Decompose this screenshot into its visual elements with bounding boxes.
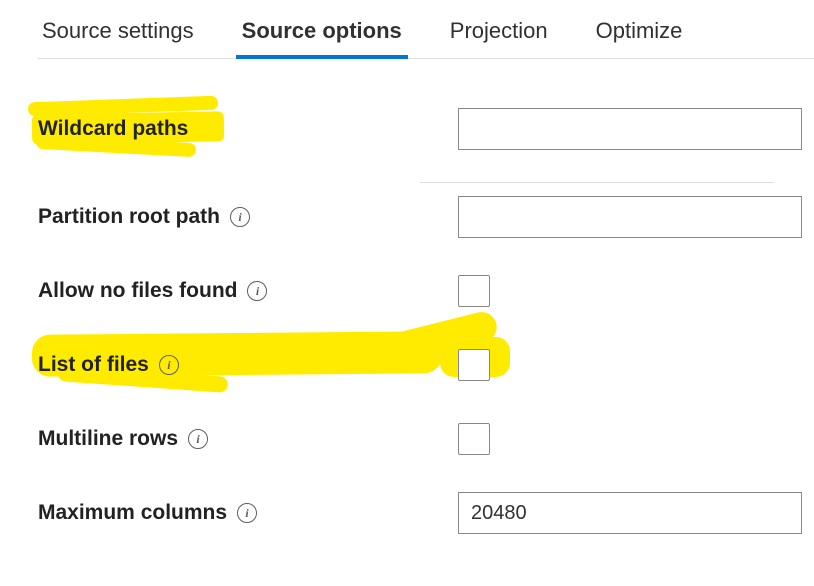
allow-no-files-checkbox[interactable] [458, 275, 490, 307]
row-list-of-files: List of files i [38, 341, 814, 389]
tab-source-options[interactable]: Source options [240, 12, 404, 58]
info-icon[interactable]: i [188, 429, 208, 449]
partition-root-path-input[interactable] [458, 196, 802, 238]
row-multiline-rows: Multiline rows i [38, 415, 814, 463]
divider [420, 182, 774, 183]
multiline-rows-checkbox[interactable] [458, 423, 490, 455]
list-of-files-checkbox[interactable] [458, 349, 490, 381]
partition-root-path-label: Partition root path [38, 205, 220, 229]
info-icon[interactable]: i [237, 503, 257, 523]
wildcard-paths-label: Wildcard paths [38, 117, 188, 141]
maximum-columns-input[interactable] [458, 492, 802, 534]
allow-no-files-label: Allow no files found [38, 279, 237, 303]
tab-projection[interactable]: Projection [448, 12, 550, 58]
wildcard-paths-input[interactable] [458, 108, 802, 150]
multiline-rows-label: Multiline rows [38, 427, 178, 451]
row-allow-no-files-found: Allow no files found i [38, 267, 814, 315]
info-icon[interactable]: i [230, 207, 250, 227]
info-icon[interactable]: i [159, 355, 179, 375]
tab-bar: Source settings Source options Projectio… [38, 12, 814, 59]
row-partition-root-path: Partition root path i [38, 193, 814, 241]
tab-source-settings[interactable]: Source settings [40, 12, 196, 58]
tab-optimize[interactable]: Optimize [594, 12, 685, 58]
maximum-columns-label: Maximum columns [38, 501, 227, 525]
row-maximum-columns: Maximum columns i [38, 489, 814, 537]
info-icon[interactable]: i [247, 281, 267, 301]
list-of-files-label: List of files [38, 353, 149, 377]
row-wildcard-paths: Wildcard paths [38, 105, 814, 153]
